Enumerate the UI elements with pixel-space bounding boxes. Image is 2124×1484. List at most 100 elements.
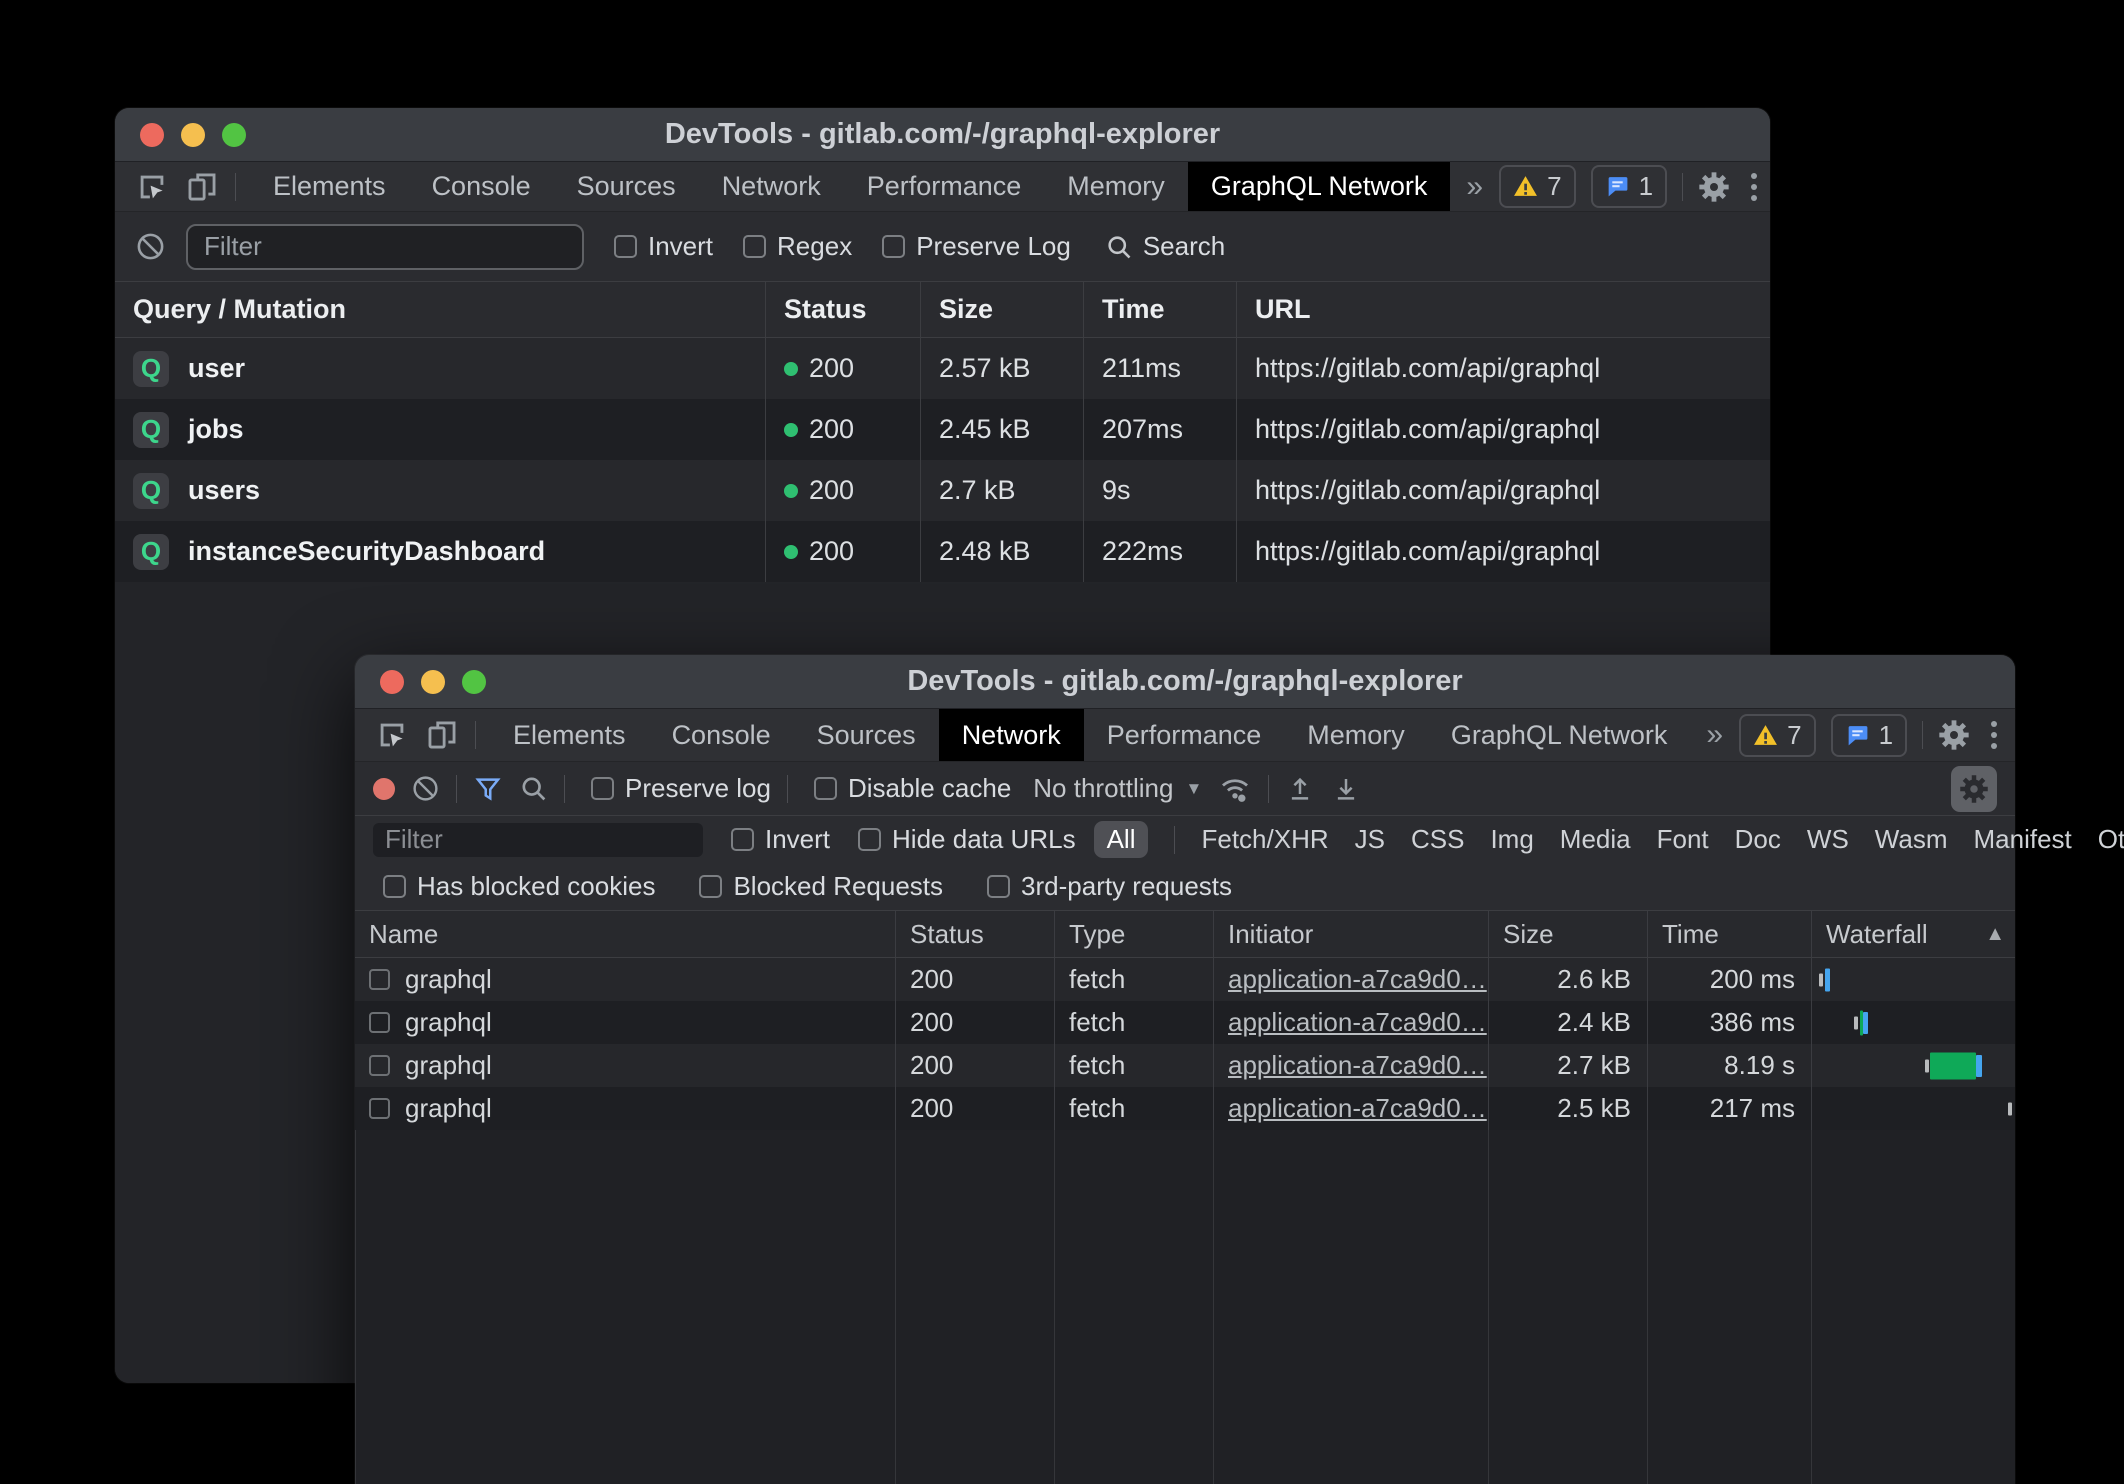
warnings-badge[interactable]: 7 — [1739, 714, 1815, 757]
table-row[interactable]: graphql 200 fetch application-a7ca9d0… 2… — [355, 1001, 2015, 1044]
tab-console[interactable]: Console — [409, 162, 554, 211]
column-header-status[interactable]: Status — [895, 911, 1054, 957]
import-har-icon[interactable] — [1285, 774, 1315, 804]
column-header-query-mutation[interactable]: Query / Mutation — [115, 282, 765, 337]
tab-elements[interactable]: Elements — [490, 709, 649, 761]
issues-badge[interactable]: 1 — [1591, 165, 1667, 208]
filter-type-other[interactable]: Other — [2098, 824, 2124, 855]
table-row[interactable]: graphql 200 fetch application-a7ca9d0… 2… — [355, 958, 2015, 1001]
tab-network[interactable]: Network — [939, 709, 1084, 761]
column-header-type[interactable]: Type — [1054, 911, 1213, 957]
zoom-button[interactable] — [222, 123, 246, 147]
third-party-requests-checkbox[interactable] — [987, 875, 1010, 898]
table-row[interactable]: QinstanceSecurityDashboard 200 2.48 kB 2… — [115, 521, 1770, 582]
initiator-link[interactable]: application-a7ca9d0… — [1228, 964, 1487, 995]
preserve-log-checkbox[interactable] — [882, 235, 905, 258]
row-checkbox[interactable] — [369, 1055, 390, 1076]
table-row[interactable]: Qusers 200 2.7 kB 9s https://gitlab.com/… — [115, 460, 1770, 521]
column-header-time[interactable]: Time — [1083, 282, 1236, 337]
tab-sources[interactable]: Sources — [794, 709, 939, 761]
column-header-name[interactable]: Name — [355, 911, 895, 957]
preserve-log-checkbox-group[interactable]: Preserve log — [591, 773, 771, 804]
tab-network[interactable]: Network — [699, 162, 844, 211]
filter-type-fetch-xhr[interactable]: Fetch/XHR — [1201, 824, 1328, 855]
tab-performance[interactable]: Performance — [1084, 709, 1285, 761]
tab-memory[interactable]: Memory — [1044, 162, 1188, 211]
filter-type-css[interactable]: CSS — [1411, 824, 1464, 855]
column-header-size[interactable]: Size — [1488, 911, 1647, 957]
table-row[interactable]: graphql 200 fetch application-a7ca9d0… 2… — [355, 1044, 2015, 1087]
third-party-requests-checkbox-group[interactable]: 3rd-party requests — [987, 871, 1232, 902]
filter-type-manifest[interactable]: Manifest — [1974, 824, 2072, 855]
column-header-initiator[interactable]: Initiator — [1213, 911, 1488, 957]
has-blocked-cookies-checkbox[interactable] — [383, 875, 406, 898]
throttling-dropdown[interactable]: No throttling ▼ — [1033, 773, 1202, 804]
blocked-requests-checkbox-group[interactable]: Blocked Requests — [699, 871, 943, 902]
more-options-icon[interactable] — [1985, 721, 2003, 749]
inspect-element-icon[interactable] — [375, 718, 409, 752]
tab-sources[interactable]: Sources — [554, 162, 699, 211]
initiator-link[interactable]: application-a7ca9d0… — [1228, 1050, 1487, 1081]
minimize-button[interactable] — [421, 670, 445, 694]
initiator-link[interactable]: application-a7ca9d0… — [1228, 1007, 1487, 1038]
close-button[interactable] — [140, 123, 164, 147]
title-bar[interactable]: DevTools - gitlab.com/-/graphql-explorer — [355, 655, 2015, 709]
invert-checkbox[interactable] — [614, 235, 637, 258]
filter-funnel-icon[interactable] — [473, 774, 503, 804]
column-header-size[interactable]: Size — [920, 282, 1083, 337]
title-bar[interactable]: DevTools - gitlab.com/-/graphql-explorer — [115, 108, 1770, 162]
minimize-button[interactable] — [181, 123, 205, 147]
inspect-element-icon[interactable] — [135, 170, 169, 204]
issues-badge[interactable]: 1 — [1831, 714, 1907, 757]
block-icon[interactable] — [135, 231, 166, 262]
filter-type-img[interactable]: Img — [1490, 824, 1533, 855]
table-row[interactable]: Qjobs 200 2.45 kB 207ms https://gitlab.c… — [115, 399, 1770, 460]
filter-type-all[interactable]: All — [1094, 821, 1149, 858]
close-button[interactable] — [380, 670, 404, 694]
invert-checkbox-group[interactable]: Invert — [731, 824, 830, 855]
export-har-icon[interactable] — [1331, 774, 1361, 804]
network-settings-gear-icon[interactable] — [1951, 766, 1997, 812]
device-toolbar-icon[interactable] — [185, 170, 219, 204]
filter-type-font[interactable]: Font — [1657, 824, 1709, 855]
tab-graphql-network[interactable]: GraphQL Network — [1188, 162, 1451, 211]
preserve-log-checkbox-group[interactable]: Preserve Log — [882, 231, 1071, 262]
blocked-requests-checkbox[interactable] — [699, 875, 722, 898]
record-network-log-icon[interactable] — [373, 778, 395, 800]
more-tabs-icon[interactable]: » — [1690, 709, 1739, 761]
filter-type-ws[interactable]: WS — [1807, 824, 1849, 855]
search-icon[interactable] — [519, 774, 548, 803]
hide-data-urls-checkbox[interactable] — [858, 828, 881, 851]
regex-checkbox[interactable] — [743, 235, 766, 258]
column-header-status[interactable]: Status — [765, 282, 920, 337]
warnings-badge[interactable]: 7 — [1499, 165, 1575, 208]
filter-type-js[interactable]: JS — [1355, 824, 1385, 855]
zoom-button[interactable] — [462, 670, 486, 694]
row-checkbox[interactable] — [369, 1098, 390, 1119]
disable-cache-checkbox-group[interactable]: Disable cache — [814, 773, 1011, 804]
preserve-log-checkbox[interactable] — [591, 777, 614, 800]
invert-checkbox[interactable] — [731, 828, 754, 851]
table-row[interactable]: graphql 200 fetch application-a7ca9d0… 2… — [355, 1087, 2015, 1130]
clear-icon[interactable] — [411, 774, 440, 803]
filter-input[interactable] — [186, 224, 584, 270]
row-checkbox[interactable] — [369, 1012, 390, 1033]
tab-elements[interactable]: Elements — [250, 162, 409, 211]
more-tabs-icon[interactable]: » — [1450, 162, 1499, 211]
settings-gear-icon[interactable] — [1938, 719, 1970, 751]
hide-data-urls-checkbox-group[interactable]: Hide data URLs — [858, 824, 1076, 855]
tab-performance[interactable]: Performance — [844, 162, 1045, 211]
initiator-link[interactable]: application-a7ca9d0… — [1228, 1093, 1487, 1124]
disable-cache-checkbox[interactable] — [814, 777, 837, 800]
column-header-waterfall[interactable]: Waterfall ▲ — [1811, 911, 2015, 957]
regex-checkbox-group[interactable]: Regex — [743, 231, 852, 262]
filter-type-doc[interactable]: Doc — [1735, 824, 1781, 855]
filter-input[interactable] — [373, 823, 703, 857]
filter-type-media[interactable]: Media — [1560, 824, 1631, 855]
column-header-time[interactable]: Time — [1647, 911, 1811, 957]
network-conditions-icon[interactable] — [1218, 772, 1252, 806]
device-toolbar-icon[interactable] — [425, 718, 459, 752]
tab-console[interactable]: Console — [649, 709, 794, 761]
settings-gear-icon[interactable] — [1698, 171, 1730, 203]
has-blocked-cookies-checkbox-group[interactable]: Has blocked cookies — [383, 871, 655, 902]
